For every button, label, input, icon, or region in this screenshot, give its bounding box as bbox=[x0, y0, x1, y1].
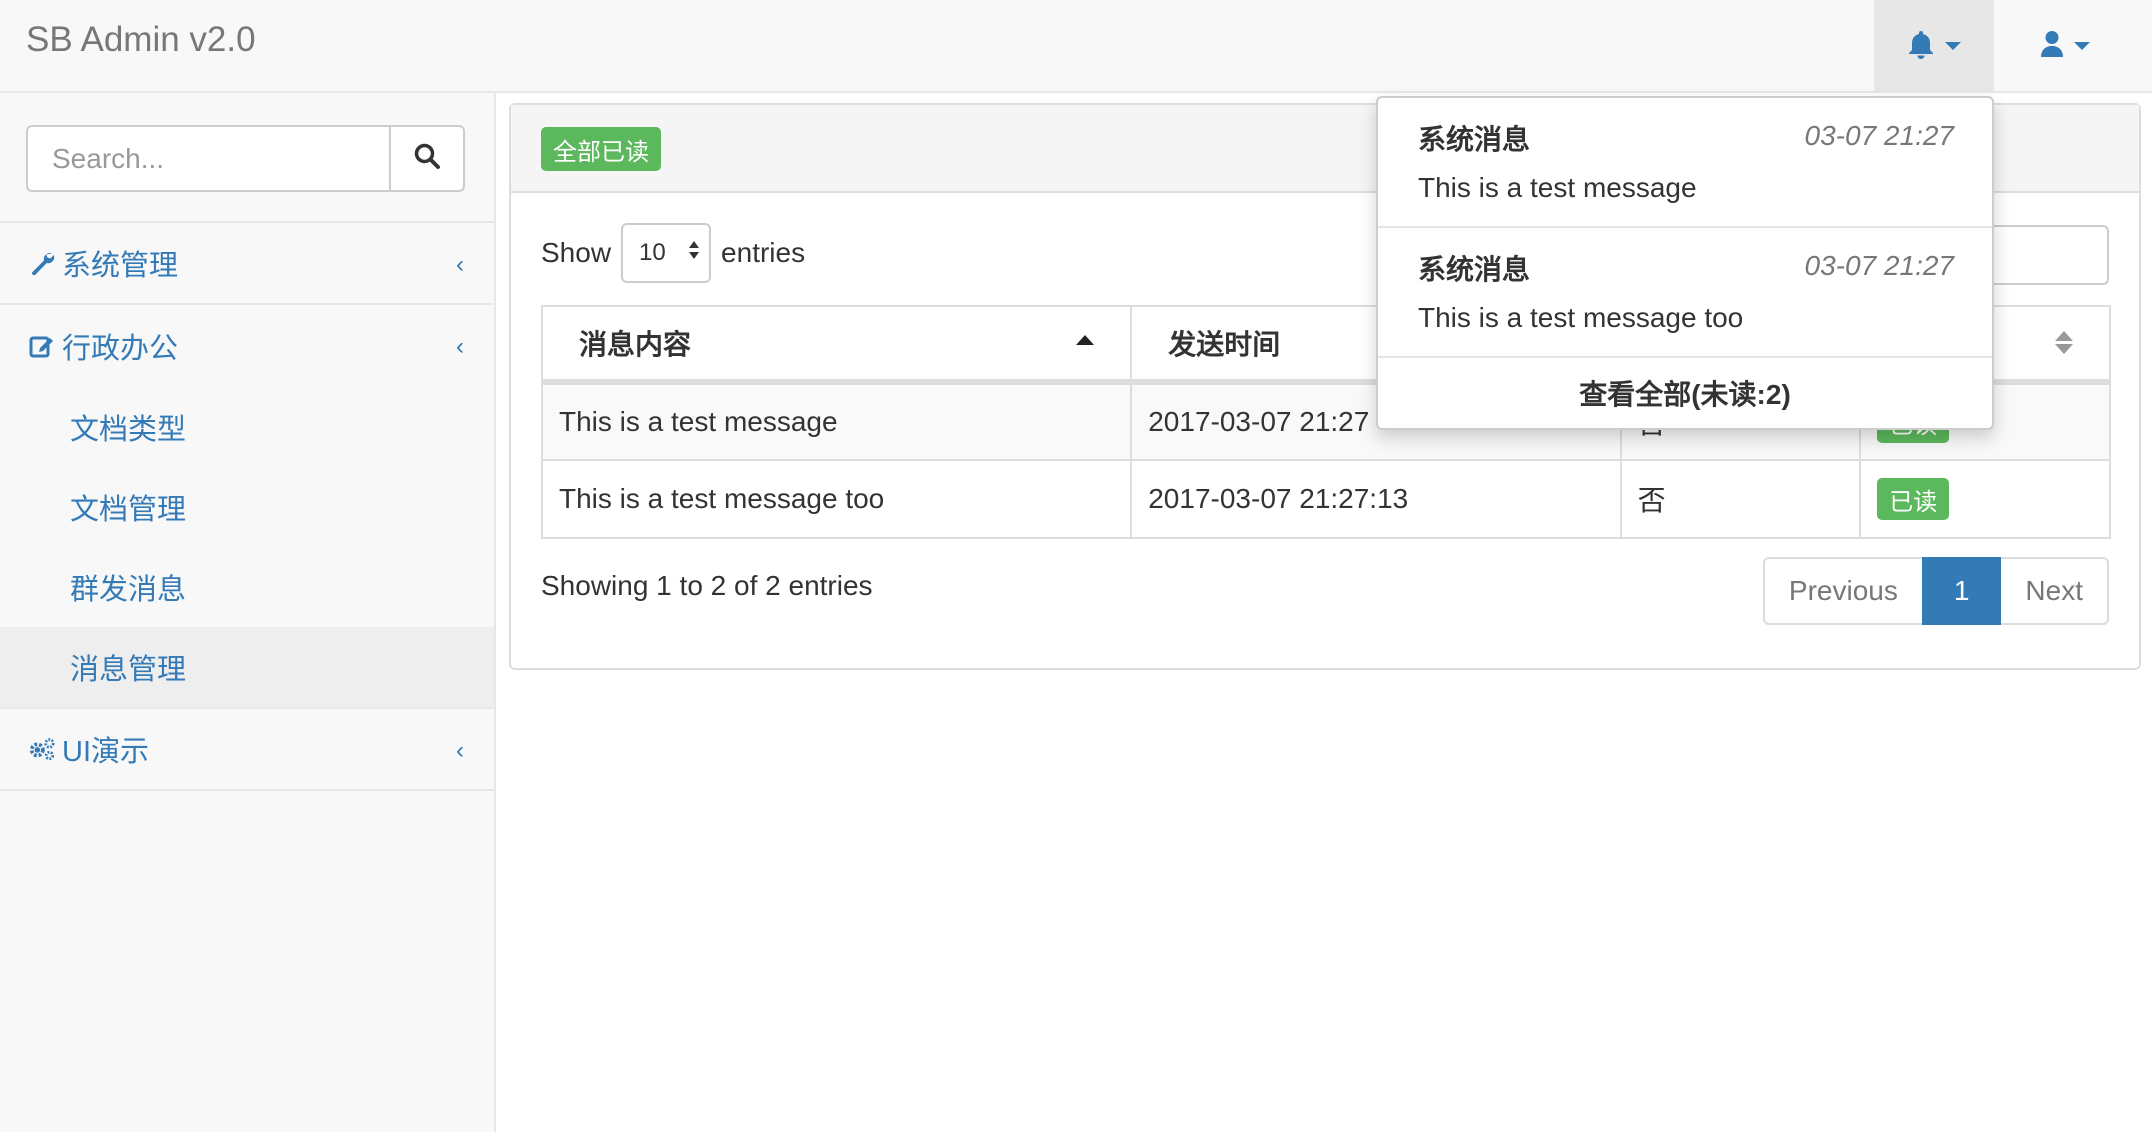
column-label: 发送时间 bbox=[1168, 329, 1281, 360]
search-button[interactable] bbox=[389, 125, 465, 192]
chevron-down-icon bbox=[1945, 42, 1961, 50]
table-row[interactable]: This is a test message too 2017-03-07 21… bbox=[540, 459, 2111, 539]
pagination: Previous 1 Next bbox=[1762, 557, 2109, 625]
sidebar-item-broadcast-message[interactable]: 群发消息 bbox=[0, 547, 494, 627]
page-length-control: Show 10 entries bbox=[541, 223, 805, 283]
gears-icon bbox=[28, 736, 56, 762]
chevron-left-icon: ‹ bbox=[456, 333, 464, 360]
notifications-dropdown: 系统消息 03-07 21:27 This is a test message … bbox=[1376, 96, 1994, 430]
status-badge[interactable]: 已读 bbox=[1877, 478, 1950, 520]
column-header-content[interactable]: 消息内容 bbox=[540, 305, 1133, 385]
page-length-select[interactable]: 10 bbox=[621, 223, 712, 283]
table-info: Showing 1 to 2 of 2 entries bbox=[541, 570, 873, 601]
notification-item[interactable]: 系统消息 03-07 21:27 This is a test message bbox=[1378, 98, 1992, 228]
notification-time: 03-07 21:27 bbox=[1804, 120, 1954, 151]
cell-read-flag: 否 bbox=[1619, 459, 1862, 539]
next-page-button[interactable]: Next bbox=[1999, 557, 2109, 625]
show-label: Show bbox=[541, 237, 612, 268]
sidebar-item-system-management[interactable]: 系统管理 ‹ bbox=[0, 223, 494, 305]
cell-time: 2017-03-07 21:27:13 bbox=[1130, 459, 1622, 539]
page-length-value: 10 bbox=[639, 239, 666, 266]
sidebar-item-document-management[interactable]: 文档管理 bbox=[0, 467, 494, 547]
notifications-toggle[interactable] bbox=[1874, 0, 1994, 92]
mark-all-read-button[interactable]: 全部已读 bbox=[541, 127, 661, 171]
notification-message: This is a test message too bbox=[1418, 302, 1744, 333]
top-navbar: SB Admin v2.0 bbox=[0, 0, 2152, 93]
cell-content: This is a test message bbox=[540, 381, 1133, 461]
notification-time: 03-07 21:27 bbox=[1804, 250, 1954, 281]
search-icon bbox=[413, 142, 441, 175]
edit-icon bbox=[28, 333, 56, 359]
column-label: 消息内容 bbox=[579, 329, 692, 360]
search-input[interactable] bbox=[26, 125, 390, 192]
user-menu-toggle[interactable] bbox=[2005, 0, 2125, 92]
chevron-down-icon bbox=[2074, 42, 2090, 50]
cell-content: This is a test message too bbox=[540, 459, 1133, 539]
office-submenu: 文档类型 文档管理 群发消息 消息管理 bbox=[0, 387, 494, 709]
sort-asc-icon bbox=[1076, 335, 1095, 345]
sidebar-search bbox=[0, 93, 494, 223]
sidebar-item-message-management[interactable]: 消息管理 bbox=[0, 627, 494, 707]
sort-icon bbox=[2055, 331, 2073, 354]
sidebar-item-office[interactable]: 行政办公 ‹ bbox=[0, 305, 494, 387]
brand-title[interactable]: SB Admin v2.0 bbox=[26, 20, 256, 60]
wrench-icon bbox=[28, 250, 56, 276]
sidebar-item-ui-demo[interactable]: UI演示 ‹ bbox=[0, 709, 494, 791]
view-all-notifications-link[interactable]: 查看全部(未读:2) bbox=[1378, 358, 1992, 428]
sidebar-item-document-types[interactable]: 文档类型 bbox=[0, 387, 494, 467]
page-1-button[interactable]: 1 bbox=[1921, 557, 2002, 625]
select-arrows-icon bbox=[689, 241, 700, 259]
bell-icon bbox=[1907, 29, 1935, 64]
chevron-left-icon: ‹ bbox=[456, 737, 464, 764]
sidebar-item-label: UI演示 bbox=[62, 736, 150, 768]
sidebar: 系统管理 ‹ 行政办公 ‹ 文档类型 文档管理 群发消息 消息管理 UI演示 ‹ bbox=[0, 93, 496, 1132]
previous-page-button[interactable]: Previous bbox=[1762, 557, 1924, 625]
notification-item[interactable]: 系统消息 03-07 21:27 This is a test message … bbox=[1378, 228, 1992, 358]
chevron-left-icon: ‹ bbox=[456, 251, 464, 278]
entries-label: entries bbox=[721, 237, 806, 268]
cell-status: 已读 bbox=[1859, 459, 2111, 539]
user-icon bbox=[2040, 30, 2064, 63]
notification-message: This is a test message bbox=[1418, 172, 1697, 203]
sidebar-item-label: 系统管理 bbox=[62, 250, 179, 282]
sidebar-item-label: 行政办公 bbox=[62, 333, 179, 365]
